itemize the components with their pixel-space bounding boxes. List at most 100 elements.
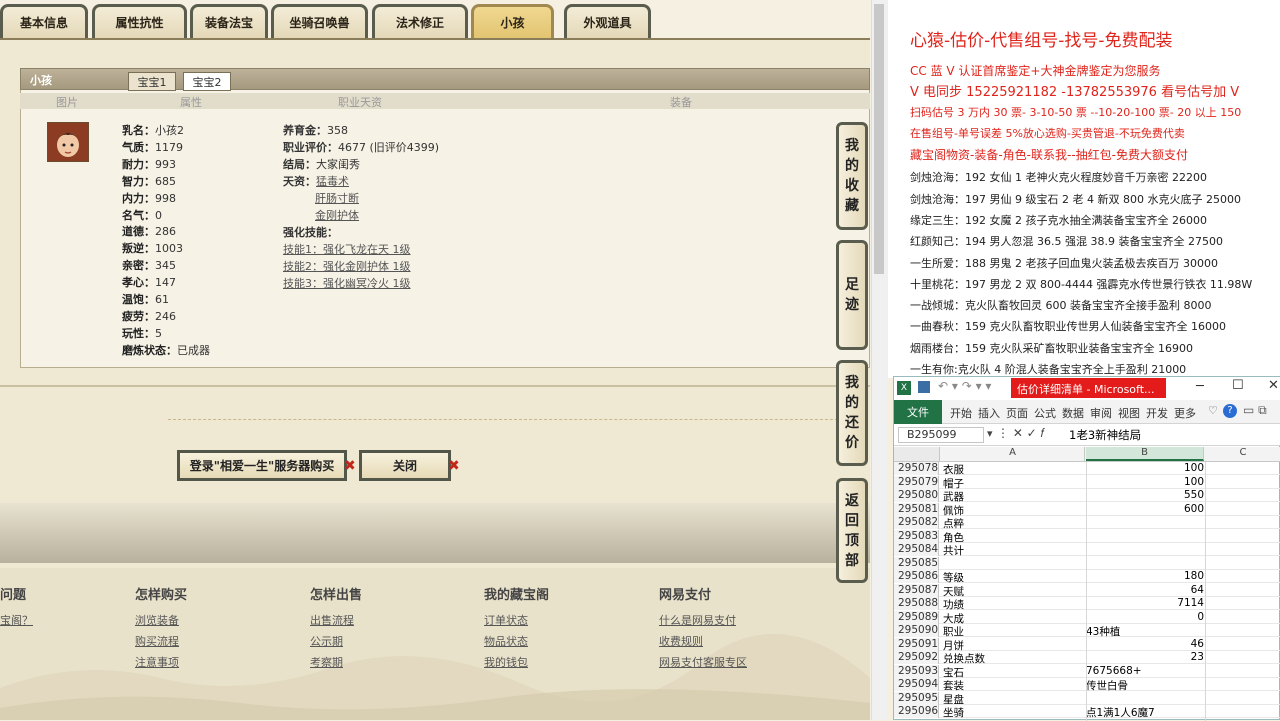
row-number[interactable]: 295083 (894, 529, 939, 543)
tianzi-link-3[interactable]: 金刚护体 (315, 207, 359, 223)
name-box[interactable]: B295099 (898, 427, 984, 443)
row-number[interactable]: 295078 (894, 462, 939, 475)
maximize-icon[interactable]: ☐ (1232, 378, 1244, 393)
tab-3[interactable]: 坐骑召唤兽 (271, 4, 368, 38)
column-header: 图片 属性 职业天资 装备 (20, 93, 870, 109)
row-number[interactable]: 295088 (894, 597, 939, 610)
side-footprint-button[interactable]: 足迹 (836, 240, 868, 350)
cell-b[interactable]: 46 (1086, 638, 1204, 650)
select-all-corner[interactable] (894, 447, 940, 461)
col-c-header[interactable]: C (1205, 447, 1280, 461)
attribute-label: 孝心： (122, 276, 155, 290)
col-a-header[interactable]: A (941, 447, 1085, 461)
cell-b[interactable]: 0 (1086, 611, 1204, 623)
footer-link[interactable]: 出售流程 (310, 612, 354, 628)
footer-link[interactable]: 宝阁？ (0, 612, 33, 628)
ribbon-tab[interactable]: 更多 (1174, 405, 1196, 421)
skill-link-2[interactable]: 技能2：强化金刚护体 1级 (283, 258, 411, 274)
ribbon-tab[interactable]: 数据 (1062, 405, 1084, 421)
ribbon-tab[interactable]: 开发 (1146, 405, 1168, 421)
cell-b[interactable]: 600 (1086, 503, 1204, 515)
dotted-divider (168, 419, 858, 420)
formula-buttons-icon[interactable]: ⋮ ✕ ✓ 𝑓 (997, 426, 1044, 441)
row-number[interactable]: 295087 (894, 583, 939, 597)
scrollbar-thumb[interactable] (874, 4, 884, 274)
ribbon-tab[interactable]: 开始 (950, 405, 972, 421)
attribute-value: 685 (155, 174, 176, 188)
subtab-baby1[interactable]: 宝宝1 (128, 72, 176, 91)
row-number[interactable]: 295084 (894, 543, 939, 556)
window-options-icon[interactable]: ▭ ⧉ (1243, 403, 1267, 418)
sheet-row: 295086 等级 180 (894, 570, 1280, 584)
row-number[interactable]: 295081 (894, 502, 939, 516)
ribbon-tab[interactable]: 审阅 (1090, 405, 1112, 421)
tab-1[interactable]: 属性抗性 (92, 4, 187, 38)
footer-heading: 怎样出售 (310, 588, 363, 603)
cell-b[interactable]: 100 (1086, 476, 1204, 488)
tab-6[interactable]: 外观道具 (564, 4, 651, 38)
help-icon[interactable]: ? (1223, 404, 1237, 418)
cell-b[interactable]: 7114 (1086, 597, 1204, 609)
footer-link[interactable]: 订单状态 (484, 612, 528, 628)
footer-link[interactable]: 浏览装备 (135, 612, 179, 628)
ribbon-collapse-icon[interactable]: ♡ (1208, 404, 1218, 417)
cell-a[interactable]: 坐骑 (943, 705, 964, 720)
ad-line: 心猿-估价-代售组号-找号-免费配装 (910, 31, 1173, 51)
save-icon[interactable] (918, 381, 930, 393)
tab-4[interactable]: 法术修正 (372, 4, 468, 38)
namebox-dropdown-icon[interactable]: ▾ (987, 427, 993, 440)
close-button[interactable]: 关闭 (359, 450, 451, 481)
row-number[interactable]: 295092 (894, 651, 939, 664)
footer-link[interactable]: 网易支付客服专区 (659, 654, 747, 670)
side-top-button[interactable]: 返回顶部 (836, 478, 868, 583)
tianzi-link-1[interactable]: 猛毒术 (316, 175, 349, 188)
undo-icon[interactable]: ↶ ▾ ↷ ▾ ▾ (938, 379, 991, 393)
tianzi-link-2[interactable]: 肝肠寸断 (315, 190, 359, 206)
footer-link[interactable]: 考察期 (310, 654, 343, 670)
skill-link-3[interactable]: 技能3：强化幽冥冷火 1级 (283, 275, 411, 291)
side-counteroffer-button[interactable]: 我的还价 (836, 360, 868, 466)
cell-b[interactable]: 64 (1086, 584, 1204, 596)
cell-b[interactable]: 点1满1人6魔7 (1086, 705, 1204, 720)
row-number[interactable]: 295096 (894, 705, 939, 718)
minimize-icon[interactable]: ─ (1196, 379, 1204, 394)
row-number[interactable]: 295079 (894, 475, 939, 489)
row-number[interactable]: 295095 (894, 691, 939, 705)
footer-link[interactable]: 购买流程 (135, 633, 179, 649)
row-number[interactable]: 295090 (894, 624, 939, 637)
row-number[interactable]: 295082 (894, 516, 939, 529)
row-number[interactable]: 295089 (894, 610, 939, 624)
footer-link[interactable]: 物品状态 (484, 633, 528, 649)
col-b-header[interactable]: B (1086, 447, 1204, 461)
tab-2[interactable]: 装备法宝 (190, 4, 268, 38)
side-favorites-button[interactable]: 我的收藏 (836, 122, 868, 230)
cell-b[interactable]: 23 (1086, 651, 1204, 663)
row-number[interactable]: 295091 (894, 637, 939, 651)
footer-link[interactable]: 我的钱包 (484, 654, 528, 670)
login-buy-button[interactable]: 登录"相爱一生"服务器购买 (177, 450, 347, 481)
cell-b[interactable]: 100 (1086, 462, 1204, 474)
footer-link[interactable]: 注意事项 (135, 654, 179, 670)
row-number[interactable]: 295085 (894, 556, 939, 570)
ribbon-tab[interactable]: 视图 (1118, 405, 1140, 421)
close-icon[interactable]: ✕ (1268, 378, 1279, 393)
row-number[interactable]: 295086 (894, 570, 939, 583)
ribbon-tab[interactable]: 插入 (978, 405, 1000, 421)
ribbon-tab[interactable]: 页面 (1006, 405, 1028, 421)
row-number[interactable]: 295094 (894, 678, 939, 691)
footer-link[interactable]: 公示期 (310, 633, 343, 649)
footer-link[interactable]: 什么是网易支付 (659, 612, 736, 628)
formula-input[interactable]: 1老3新神结局 (1069, 427, 1141, 443)
cell-b[interactable]: 550 (1086, 489, 1204, 501)
ribbon-tab[interactable]: 公式 (1034, 405, 1056, 421)
file-tab[interactable]: 文件 (894, 400, 942, 424)
cell-b[interactable]: 180 (1086, 570, 1204, 582)
row-number[interactable]: 295093 (894, 664, 939, 678)
row-number[interactable]: 295080 (894, 489, 939, 502)
subtab-baby2[interactable]: 宝宝2 (183, 72, 231, 91)
tab-5[interactable]: 小孩 (471, 4, 554, 38)
tab-0[interactable]: 基本信息 (0, 4, 88, 38)
cell-b[interactable]: 7675668+ (1086, 665, 1204, 677)
skill-link-1[interactable]: 技能1：强化飞龙在天 1级 (283, 241, 411, 257)
footer-link[interactable]: 收费规则 (659, 633, 703, 649)
